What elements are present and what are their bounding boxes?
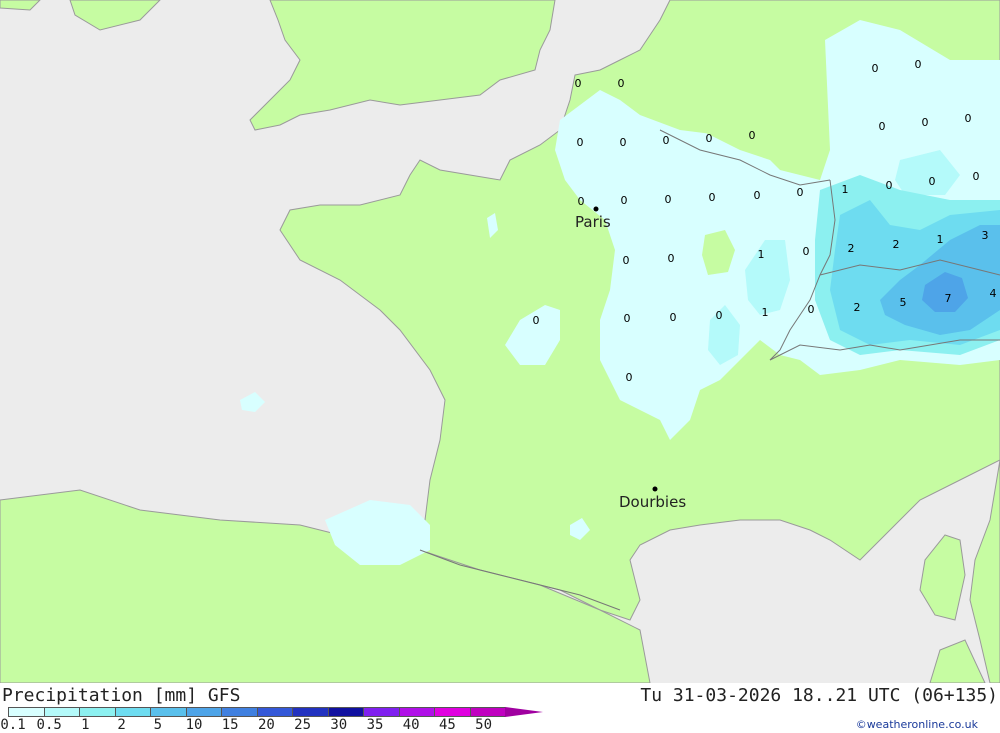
grid-value: 0 [922,116,929,129]
scale-swatch [150,707,187,717]
scale-swatch [292,707,329,717]
grid-value: 5 [900,296,907,309]
grid-value: 0 [575,77,582,90]
grid-value: 0 [879,120,886,133]
grid-value: 0 [872,62,879,75]
scale-swatch [185,707,222,717]
scale-tick-label: 10 [185,717,203,733]
grid-value: 1 [758,248,765,261]
grid-value: 0 [670,311,677,324]
grid-value: 0 [626,371,633,384]
city-paris-dot [593,206,599,212]
grid-value: 0 [706,132,713,145]
scale-swatch [114,707,151,717]
scale-swatch [469,707,506,717]
grid-value: 0 [886,179,893,192]
scale-tick-label: 0.1 [0,717,26,733]
color-scale-ticks: 0.1 0.5 1 2 5 10 15 20 25 30 35 40 45 50 [0,717,560,733]
scale-swatch [8,707,45,717]
valid-time: Tu 31-03-2026 18..21 UTC (06+135) [640,685,998,706]
grid-value: 0 [754,189,761,202]
city-dourbies-dot [652,486,658,492]
grid-value: 2 [848,242,855,255]
grid-value: 7 [945,292,952,305]
grid-value: 1 [842,183,849,196]
grid-value: 0 [668,252,675,265]
precipitation-map: 0 0 0 0 0 0 0 0 0 0 0 0 0 0 0 0 0 0 1 0 0 0 2 2 1 3 0 0 0 1 1 0 2 5 7 4 0 0 0 0… [0,0,1000,683]
grid-value: 0 [803,245,810,258]
color-scale [8,707,543,717]
grid-value: 1 [762,306,769,319]
credit-link[interactable]: ©weatheronline.co.uk [856,718,978,731]
grid-value: 3 [982,229,989,242]
grid-value: 0 [797,186,804,199]
grid-value: 0 [578,195,585,208]
legend-footer: Precipitation [mm] GFS Tu 31-03-2026 18.… [0,683,1000,733]
scale-swatch [327,707,364,717]
grid-value: 0 [618,77,625,90]
grid-value: 0 [749,129,756,142]
grid-value: 0 [621,194,628,207]
grid-value: 0 [808,303,815,316]
scale-tick-label: 35 [366,717,384,733]
grid-value: 0 [624,312,631,325]
scale-tick-label: 50 [475,717,493,733]
grid-value: 0 [623,254,630,267]
scale-swatch [398,707,435,717]
scale-tick-label: 1 [81,717,90,733]
scale-tick-label: 2 [117,717,126,733]
city-dourbies-label: Dourbies [619,493,686,511]
grid-value: 0 [716,309,723,322]
scale-tick-label: 15 [221,717,239,733]
grid-value: 2 [893,238,900,251]
grid-value: 0 [665,193,672,206]
scale-swatch [221,707,258,717]
grid-value: 0 [577,136,584,149]
scale-tick-label: 0.5 [36,717,62,733]
scale-swatch [43,707,80,717]
grid-value: 0 [709,191,716,204]
scale-swatch [363,707,400,717]
grid-value: 0 [929,175,936,188]
scale-tick-label: 30 [330,717,348,733]
scale-tick-label: 45 [438,717,456,733]
grid-value: 0 [533,314,540,327]
scale-swatch [79,707,116,717]
grid-value: 0 [620,136,627,149]
grid-value: 0 [973,170,980,183]
grid-value: 0 [965,112,972,125]
city-paris-label: Paris [575,213,611,231]
scale-tick-label: 20 [257,717,275,733]
scale-tick-label: 40 [402,717,420,733]
scale-tick-label: 5 [153,717,163,733]
scale-swatch [434,707,471,717]
grid-value: 0 [663,134,670,147]
scale-arrow-icon [505,707,543,717]
scale-tick-label: 25 [294,717,312,733]
grid-value: 2 [854,301,861,314]
grid-value: 1 [937,233,944,246]
grid-value: 4 [990,287,997,300]
legend-title: Precipitation [mm] GFS [2,685,241,706]
scale-swatch [256,707,293,717]
grid-value: 0 [915,58,922,71]
